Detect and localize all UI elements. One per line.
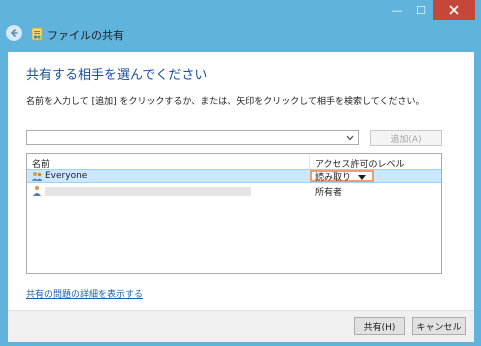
column-divider[interactable] — [309, 154, 310, 169]
combobox-dropdown-button[interactable] — [345, 132, 355, 144]
permission-level-text: 所有者 — [315, 188, 343, 198]
minimize-button[interactable]: — — [385, 0, 409, 20]
list-item-owner[interactable]: 所有者 — [27, 184, 441, 198]
dialog-title: ファイルの共有 — [47, 29, 124, 42]
permission-level-dropdown[interactable]: 読み取り — [310, 170, 374, 183]
dropdown-caret-icon — [358, 175, 366, 180]
dialog-content: 共有する相手を選んでください 名前を入力して [追加] をクリックするか、または… — [8, 52, 474, 310]
share-dialog-window: — ☐ ファイルの共有 共有する相手を選んでください 名前を入力して [追加] — [0, 0, 481, 346]
list-item-name: Everyone — [45, 171, 88, 181]
file-share-icon — [31, 27, 43, 41]
list-item-everyone[interactable]: Everyone 読み取り — [27, 169, 441, 183]
window-controls: — ☐ — [385, 0, 475, 20]
title-bar: — ☐ ファイルの共有 — [0, 0, 481, 52]
permission-level-value: 読み取り — [315, 172, 352, 183]
add-button[interactable]: 追加(A) — [370, 130, 442, 146]
redacted-user-name — [45, 187, 251, 196]
cancel-button[interactable]: キャンセル — [412, 317, 466, 335]
user-group-icon — [31, 172, 43, 181]
back-button[interactable] — [6, 25, 22, 41]
close-button[interactable] — [433, 0, 475, 20]
sharing-troubleshoot-link[interactable]: 共有の問題の詳細を表示する — [26, 287, 143, 300]
user-icon — [33, 185, 41, 196]
close-icon — [449, 5, 459, 15]
list-header: 名前 アクセス許可のレベル — [27, 154, 441, 170]
instruction-text: 名前を入力して [追加] をクリックするか、または、矢印をクリックして相手を検索… — [26, 97, 425, 107]
sharing-list: 名前 アクセス許可のレベル Everyone 読み取り 所有者 — [26, 153, 442, 274]
name-combobox[interactable] — [26, 130, 359, 145]
dialog-footer: 共有(H) キャンセル — [8, 310, 474, 342]
back-arrow-icon — [10, 28, 18, 38]
maximize-button[interactable]: ☐ — [409, 0, 433, 20]
chevron-down-icon — [346, 135, 354, 141]
page-heading: 共有する相手を選んでください — [26, 68, 208, 83]
share-button[interactable]: 共有(H) — [354, 317, 405, 335]
